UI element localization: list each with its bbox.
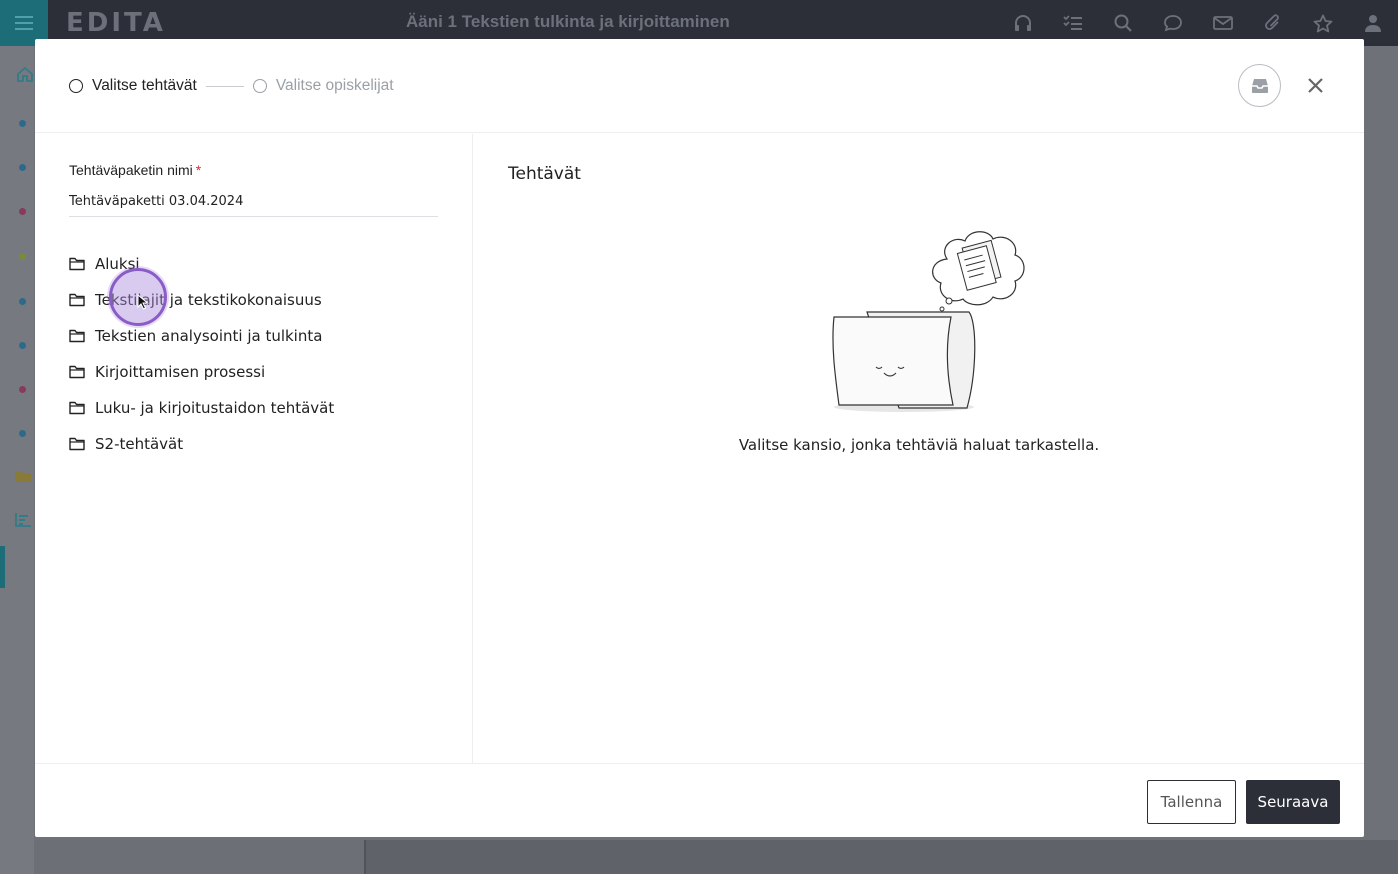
folder-label: Kirjoittamisen prosessi (95, 363, 266, 381)
folder-icon (69, 365, 85, 379)
nav-dot[interactable] (19, 164, 26, 171)
nav-dot[interactable] (19, 386, 26, 393)
active-nav-indicator (0, 546, 5, 588)
folder-icon (69, 257, 85, 271)
step-connector (205, 85, 244, 87)
folder-item[interactable]: Luku- ja kirjoitustaidon tehtävät (69, 390, 334, 426)
folder-item[interactable]: S2-tehtävät (69, 426, 334, 462)
tasks-title: Tehtävät (508, 164, 581, 184)
step-2-indicator (252, 79, 267, 93)
folder-label: Luku- ja kirjoitustaidon tehtävät (95, 399, 335, 417)
step-2-label[interactable]: Valitse opiskelijat (276, 77, 394, 95)
app-title: Ääni 1 Tekstien tulkinta ja kirjoittamin… (406, 12, 730, 31)
required-mark: * (195, 162, 202, 178)
nav-dot[interactable] (19, 253, 26, 260)
background-content (364, 840, 1398, 874)
step-1-label[interactable]: Valitse tehtävät (92, 77, 197, 95)
folder-pane: Tehtäväpaketin nimi* Aluksi Tekstilajit … (35, 134, 473, 763)
task-package-modal: Valitse tehtävät Valitse opiskelijat Teh… (35, 39, 1364, 837)
inbox-button[interactable] (1238, 64, 1281, 107)
folder-label: Tekstien analysointi ja tulkinta (95, 327, 323, 345)
nav-dot[interactable] (19, 208, 26, 215)
modal-header: Valitse tehtävät Valitse opiskelijat (35, 39, 1364, 133)
folder-icon (69, 329, 85, 343)
inbox-icon (1251, 78, 1268, 93)
hamburger-icon (15, 16, 33, 30)
folder-icon (69, 401, 85, 415)
home-icon[interactable] (16, 66, 34, 82)
package-name-label: Tehtäväpaketin nimi * (69, 162, 201, 178)
stepper: Valitse tehtävät Valitse opiskelijat (69, 77, 394, 95)
folder-icon (69, 293, 85, 307)
empty-state-message: Valitse kansio, jonka tehtäviä haluat ta… (738, 436, 1100, 454)
nav-dot[interactable] (19, 298, 26, 305)
nav-dot[interactable] (19, 120, 26, 127)
close-button[interactable] (1303, 73, 1327, 97)
left-nav-rail (0, 46, 34, 874)
folder-label: S2-tehtävät (95, 435, 184, 453)
chart-icon[interactable] (15, 513, 31, 527)
folder-icon (69, 437, 85, 451)
nav-dot[interactable] (19, 342, 26, 349)
modal-footer: Tallenna Seuraava (35, 763, 1364, 837)
folder-list: Aluksi Tekstilajit ja tekstikokonaisuus … (69, 246, 334, 462)
nav-dot[interactable] (19, 430, 26, 437)
modal-body: Tehtäväpaketin nimi* Aluksi Tekstilajit … (35, 134, 1364, 763)
folder-open-icon[interactable] (14, 469, 32, 483)
folder-item[interactable]: Kirjoittamisen prosessi (69, 354, 334, 390)
step-1-indicator (69, 79, 83, 93)
tasks-pane: Tehtävät Valitse kansio, jonka tehtäviä … (474, 134, 1364, 763)
folder-item[interactable]: Aluksi (69, 246, 334, 282)
app-logo[interactable]: EDITA (66, 8, 166, 38)
close-icon (1307, 77, 1323, 93)
background-left-panel (34, 840, 364, 874)
package-name-label-text: Tehtäväpaketin nimi (69, 162, 193, 178)
package-name-input[interactable] (69, 186, 438, 217)
mouse-cursor-icon (137, 294, 149, 310)
empty-state-illustration (832, 231, 1025, 412)
next-button[interactable]: Seuraava (1246, 780, 1340, 824)
folder-item[interactable]: Tekstien analysointi ja tulkinta (69, 318, 334, 354)
save-button[interactable]: Tallenna (1147, 780, 1236, 824)
